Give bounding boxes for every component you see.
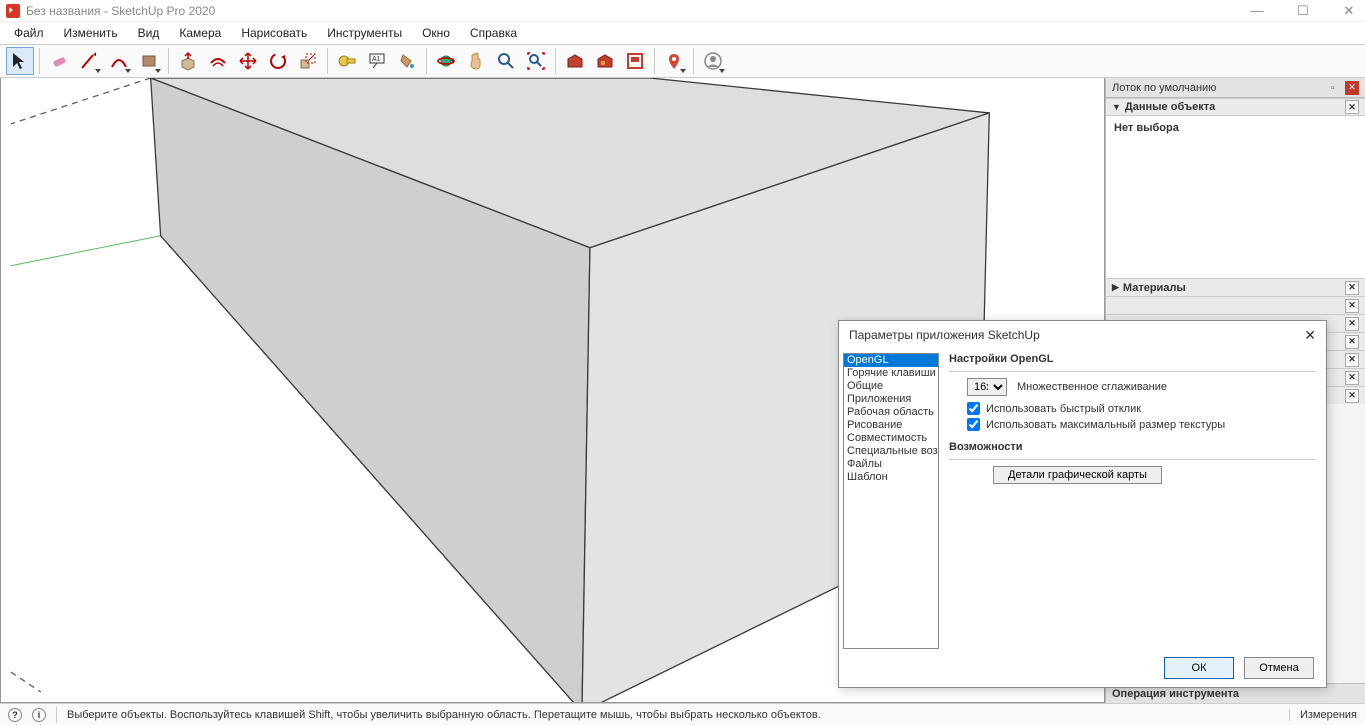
section-close-button[interactable]: ✕ [1345, 389, 1359, 403]
antialias-select[interactable]: 16x [967, 378, 1007, 396]
ok-button[interactable]: ОК [1164, 657, 1234, 679]
dialog-footer: ОК Отмена [839, 649, 1326, 687]
3dwarehouse-icon[interactable] [561, 47, 589, 75]
shape-tool[interactable] [135, 47, 163, 75]
cancel-button[interactable]: Отмена [1244, 657, 1314, 679]
tray-close-button[interactable]: ✕ [1345, 81, 1359, 95]
zoom-extents-tool[interactable] [522, 47, 550, 75]
section-close-button[interactable]: ✕ [1345, 317, 1359, 331]
titlebar: Без названия - SketchUp Pro 2020 — ☐ ✕ [0, 0, 1365, 22]
fast-feedback-checkbox[interactable]: Использовать быстрый отклик [967, 402, 1316, 415]
materials-panel-header[interactable]: ▶ Материалы ✕ [1106, 278, 1365, 296]
preferences-dialog: Параметры приложения SketchUp ✕ OpenGL Г… [838, 320, 1327, 688]
tape-tool[interactable] [333, 47, 361, 75]
section-title: Данные объекта [1125, 101, 1215, 113]
list-item[interactable]: OpenGL [844, 354, 938, 367]
capabilities-heading: Возможности [949, 441, 1316, 453]
menu-tools[interactable]: Инструменты [319, 24, 410, 42]
list-item[interactable]: Рабочая область [844, 406, 938, 419]
minimize-button[interactable]: — [1247, 3, 1267, 19]
section-close-button[interactable]: ✕ [1345, 100, 1359, 114]
status-hint: Выберите объекты. Воспользуйтесь клавише… [67, 709, 821, 721]
toolbar: A1 [0, 44, 1365, 78]
tray-header: Лоток по умолчанию ▫ ✕ [1106, 78, 1365, 98]
section-close-button[interactable]: ✕ [1345, 299, 1359, 313]
no-selection-label: Нет выбора [1114, 122, 1179, 134]
dialog-close-button[interactable]: ✕ [1304, 327, 1316, 344]
text-tool[interactable]: A1 [363, 47, 391, 75]
list-item[interactable]: Приложения [844, 393, 938, 406]
section-close-button[interactable]: ✕ [1345, 371, 1359, 385]
list-item[interactable]: Файлы [844, 458, 938, 471]
ext-warehouse-icon[interactable] [591, 47, 619, 75]
entity-info-header[interactable]: ▼ Данные объекта ✕ [1106, 98, 1365, 116]
materials-label: Материалы [1123, 282, 1186, 294]
menu-camera[interactable]: Камера [171, 24, 229, 42]
tray-title: Лоток по умолчанию [1112, 82, 1216, 94]
menu-view[interactable]: Вид [130, 24, 168, 42]
add-location-icon[interactable] [660, 47, 688, 75]
move-tool[interactable] [234, 47, 262, 75]
app-icon [6, 4, 20, 18]
list-item[interactable]: Специальные возможности [844, 445, 938, 458]
list-item[interactable]: Общие [844, 380, 938, 393]
window-controls: — ☐ ✕ [1247, 3, 1359, 19]
list-item[interactable]: Рисование [844, 419, 938, 432]
chevron-right-icon: ▶ [1112, 282, 1119, 293]
section-close-button[interactable]: ✕ [1345, 281, 1359, 295]
user-icon[interactable] [699, 47, 727, 75]
chevron-down-icon: ▼ [1112, 102, 1121, 112]
list-item[interactable]: Шаблон [844, 471, 938, 484]
paint-tool[interactable] [393, 47, 421, 75]
layout-icon[interactable] [621, 47, 649, 75]
select-tool[interactable] [6, 47, 34, 75]
menu-edit[interactable]: Изменить [56, 24, 126, 42]
preferences-category-list[interactable]: OpenGL Горячие клавиши Общие Приложения … [843, 353, 939, 649]
pushpull-tool[interactable] [174, 47, 202, 75]
svg-text:A1: A1 [372, 56, 381, 63]
pan-tool[interactable] [462, 47, 490, 75]
menu-help[interactable]: Справка [462, 24, 525, 42]
opengl-settings-heading: Настройки OpenGL [949, 353, 1316, 365]
zoom-tool[interactable] [492, 47, 520, 75]
max-texture-checkbox[interactable]: Использовать максимальный размер текстур… [967, 418, 1316, 431]
window-title: Без названия - SketchUp Pro 2020 [26, 4, 215, 18]
graphics-details-button[interactable]: Детали графической карты [993, 466, 1162, 484]
close-button[interactable]: ✕ [1339, 3, 1359, 19]
entity-info-body: Нет выбора [1106, 116, 1365, 278]
menubar: Файл Изменить Вид Камера Нарисовать Инст… [0, 22, 1365, 44]
instructor-label: Операция инструмента [1112, 688, 1239, 700]
section-close-button[interactable]: ✕ [1345, 335, 1359, 349]
arc-tool[interactable] [105, 47, 133, 75]
statusbar: ? i Выберите объекты. Воспользуйтесь кла… [0, 703, 1365, 725]
line-tool[interactable] [75, 47, 103, 75]
offset-tool[interactable] [204, 47, 232, 75]
section-close-button[interactable]: ✕ [1345, 353, 1359, 367]
dialog-title: Параметры приложения SketchUp [849, 328, 1040, 342]
maximize-button[interactable]: ☐ [1293, 3, 1313, 19]
menu-file[interactable]: Файл [6, 24, 52, 42]
eraser-tool[interactable] [45, 47, 73, 75]
help-icon[interactable]: ? [8, 708, 22, 722]
measurements-label: Измерения [1289, 709, 1357, 721]
preferences-detail-pane: Настройки OpenGL 16x Множественное сглаж… [949, 353, 1316, 649]
dialog-titlebar[interactable]: Параметры приложения SketchUp ✕ [839, 321, 1326, 349]
scale-tool[interactable] [294, 47, 322, 75]
pin-icon[interactable]: ▫ [1331, 83, 1341, 93]
list-item[interactable]: Горячие клавиши [844, 367, 938, 380]
antialias-label: Множественное сглаживание [1017, 381, 1167, 393]
orbit-tool[interactable] [432, 47, 460, 75]
entity-info-panel: ▼ Данные объекта ✕ Нет выбора [1106, 98, 1365, 278]
menu-window[interactable]: Окно [414, 24, 458, 42]
info-icon[interactable]: i [32, 708, 46, 722]
menu-draw[interactable]: Нарисовать [233, 24, 315, 42]
rotate-tool[interactable] [264, 47, 292, 75]
list-item[interactable]: Совместимость [844, 432, 938, 445]
collapsed-panel-2[interactable]: ✕ [1106, 296, 1365, 314]
